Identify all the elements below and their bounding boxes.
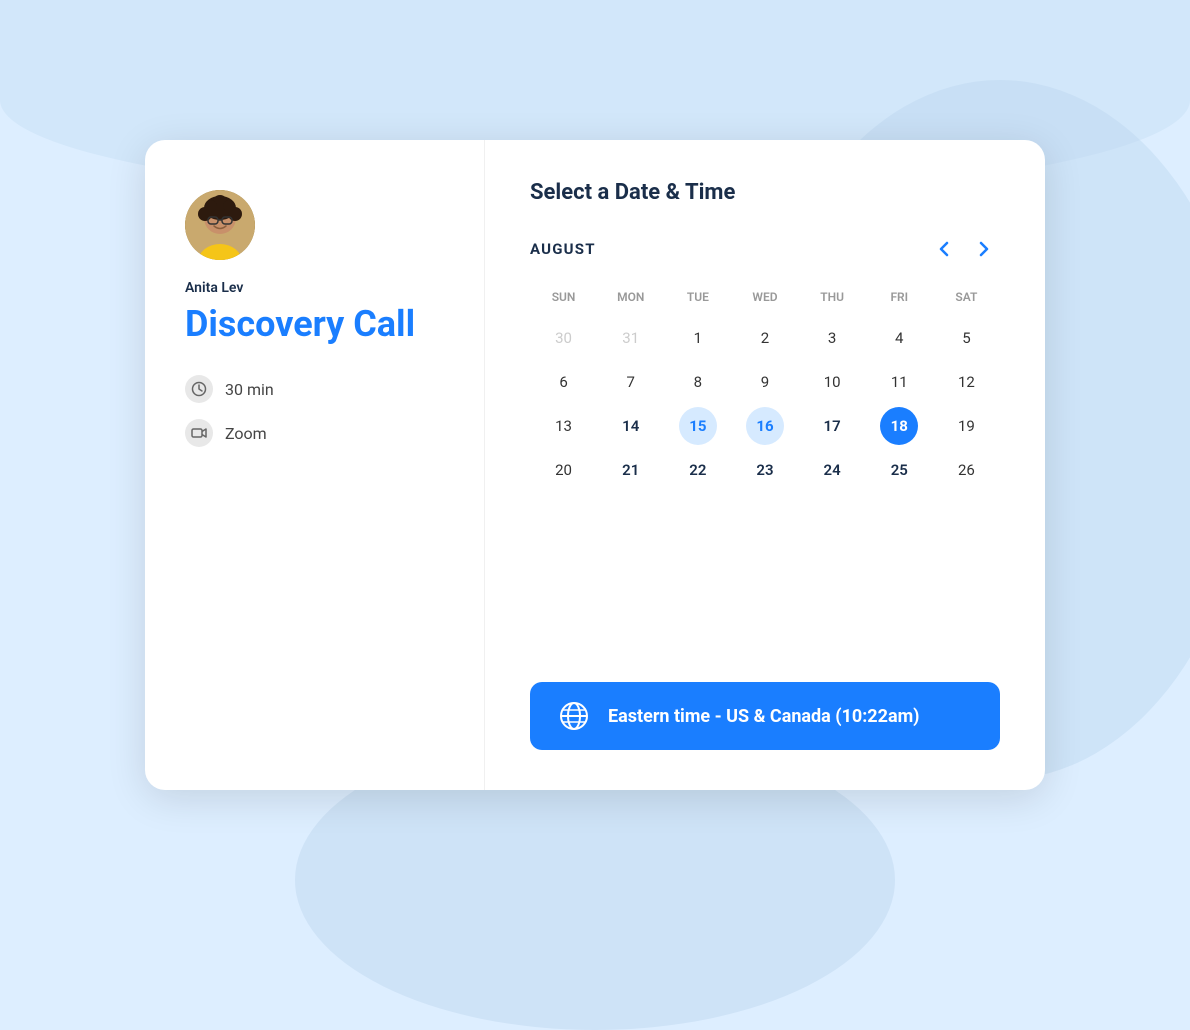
- calendar-day: 6: [545, 363, 583, 401]
- calendar: AUGUST SUN MON TU: [530, 233, 1000, 489]
- calendar-day: 1: [679, 319, 717, 357]
- day-headers: SUN MON TUE WED THU FRI SAT: [530, 285, 1000, 309]
- day-header-sun: SUN: [530, 285, 597, 309]
- calendar-day[interactable]: 23: [746, 451, 784, 489]
- calendar-day[interactable]: 14: [612, 407, 650, 445]
- calendar-day: 9: [746, 363, 784, 401]
- day-header-thu: THU: [799, 285, 866, 309]
- day-header-wed: WED: [731, 285, 798, 309]
- next-month-button[interactable]: [968, 233, 1000, 265]
- day-header-tue: TUE: [664, 285, 731, 309]
- day-header-fri: FRI: [866, 285, 933, 309]
- calendar-day: 13: [545, 407, 583, 445]
- zoom-text: Zoom: [225, 424, 267, 443]
- calendar-day[interactable]: 25: [880, 451, 918, 489]
- section-title: Select a Date & Time: [530, 180, 1000, 205]
- timezone-bar[interactable]: Eastern time - US & Canada (10:22am): [530, 682, 1000, 750]
- left-panel: Anita Lev Discovery Call 30 min Zoom: [145, 140, 485, 790]
- duration-text: 30 min: [225, 380, 274, 399]
- nav-buttons: [928, 233, 1000, 265]
- calendar-day: 8: [679, 363, 717, 401]
- timezone-label: Eastern time - US & Canada (10:22am): [608, 706, 920, 727]
- booking-card: Anita Lev Discovery Call 30 min Zoom: [145, 140, 1045, 790]
- calendar-day: 30: [545, 319, 583, 357]
- calendar-day: 11: [880, 363, 918, 401]
- video-icon: [185, 419, 213, 447]
- day-header-mon: MON: [597, 285, 664, 309]
- calendar-day: 31: [612, 319, 650, 357]
- calendar-day[interactable]: 17: [813, 407, 851, 445]
- calendar-day[interactable]: 22: [679, 451, 717, 489]
- prev-month-button[interactable]: [928, 233, 960, 265]
- calendar-day[interactable]: 21: [612, 451, 650, 489]
- right-panel: Select a Date & Time AUGUST: [485, 140, 1045, 790]
- zoom-detail: Zoom: [185, 419, 444, 447]
- month-label: AUGUST: [530, 240, 596, 258]
- calendar-day[interactable]: 18: [880, 407, 918, 445]
- calendar-day: 2: [746, 319, 784, 357]
- day-header-sat: SAT: [933, 285, 1000, 309]
- globe-icon: [558, 700, 590, 732]
- calendar-day: 3: [813, 319, 851, 357]
- calendar-day: 7: [612, 363, 650, 401]
- host-name: Anita Lev: [185, 280, 444, 296]
- calendar-day[interactable]: 24: [813, 451, 851, 489]
- clock-icon: [185, 375, 213, 403]
- event-title: Discovery Call: [185, 304, 444, 345]
- days-grid: 3031123456789101112131415161718192021222…: [530, 319, 1000, 489]
- calendar-day: 19: [947, 407, 985, 445]
- calendar-day: 4: [880, 319, 918, 357]
- calendar-header: AUGUST: [530, 233, 1000, 265]
- calendar-day[interactable]: 16: [746, 407, 784, 445]
- calendar-day: 12: [947, 363, 985, 401]
- calendar-day: 26: [947, 451, 985, 489]
- calendar-day[interactable]: 15: [679, 407, 717, 445]
- avatar: [185, 190, 255, 260]
- calendar-day: 5: [947, 319, 985, 357]
- calendar-day: 10: [813, 363, 851, 401]
- calendar-day: 20: [545, 451, 583, 489]
- duration-detail: 30 min: [185, 375, 444, 403]
